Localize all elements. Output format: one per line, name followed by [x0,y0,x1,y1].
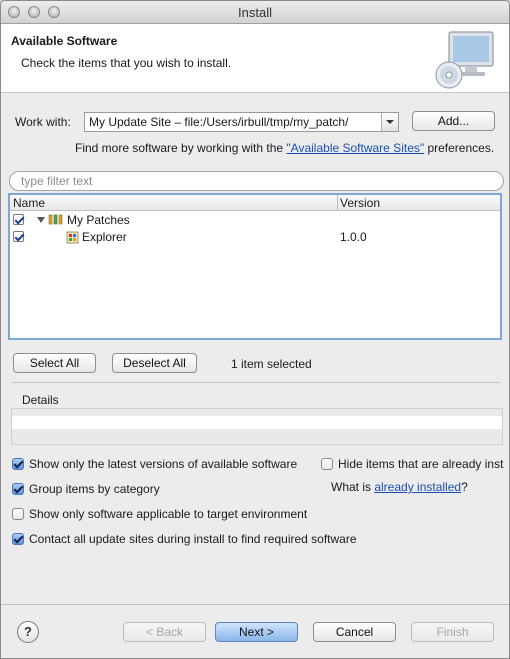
row-checkbox[interactable] [13,231,24,242]
what-is-suffix: ? [461,480,468,494]
target-env-checkbox[interactable] [12,508,24,520]
tree-row[interactable]: Explorer 1.0.0 [10,229,500,245]
expand-triangle-icon[interactable] [36,215,46,225]
dialog-banner: Available Software Check the items that … [1,24,509,93]
work-with-label: Work with: [15,115,71,129]
already-installed-link[interactable]: already installed [374,480,461,494]
group-by-category-label: Group items by category [29,482,160,496]
contact-sites-label: Contact all update sites during install … [29,532,357,546]
software-tree[interactable]: Name Version My Patches Explorer 1.0.0 [8,193,502,340]
latest-versions-option[interactable]: Show only the latest versions of availab… [12,457,312,471]
row-name: My Patches [67,213,130,227]
window-title: Install [238,5,272,20]
what-is-prefix: What is [331,480,375,494]
feature-icon [66,231,79,244]
cancel-button[interactable]: Cancel [313,622,396,642]
finish-button[interactable]: Finish [411,622,494,642]
contact-sites-option[interactable]: Contact all update sites during install … [12,532,392,546]
details-label: Details [22,393,59,407]
latest-versions-checkbox[interactable] [12,458,24,470]
details-text [12,416,502,429]
title-bar: Install [1,1,509,24]
combo-dropdown-arrow[interactable] [381,113,398,131]
chevron-down-icon [386,120,394,124]
select-all-button[interactable]: Select All [13,353,96,373]
group-by-category-option[interactable]: Group items by category [12,482,212,496]
next-button[interactable]: Next > [215,622,298,642]
target-env-option[interactable]: Show only software applicable to target … [12,507,332,521]
what-is-installed-text: What is already installed? [331,480,468,494]
banner-title: Available Software [11,34,118,48]
footer-divider [1,604,509,605]
hide-installed-label: Hide items that are already inst [338,457,504,471]
help-button[interactable]: ? [17,621,39,643]
tree-row[interactable]: My Patches [10,212,500,228]
category-icon [48,214,63,225]
filter-placeholder: type filter text [21,174,93,188]
contact-sites-checkbox[interactable] [12,533,24,545]
row-version: 1.0.0 [340,230,367,244]
hide-installed-checkbox[interactable] [321,458,333,470]
back-button[interactable]: < Back [123,622,206,642]
work-with-combo[interactable]: My Update Site – file:/Users/irbull/tmp/… [84,112,399,132]
find-more-prefix: Find more software by working with the [75,141,287,155]
column-name[interactable]: Name [13,196,45,210]
divider [11,382,501,383]
latest-versions-label: Show only the latest versions of availab… [29,457,298,471]
tree-header: Name Version [10,195,500,211]
target-env-label: Show only software applicable to target … [29,507,308,521]
install-dialog: Install Available Software Check the ite… [0,0,510,659]
details-area [11,408,503,445]
deselect-all-button[interactable]: Deselect All [112,353,197,373]
find-more-suffix: preferences. [424,141,495,155]
group-by-category-checkbox[interactable] [12,483,24,495]
available-sites-link[interactable]: "Available Software Sites" [286,141,424,155]
find-more-text: Find more software by working with the "… [75,141,494,155]
row-checkbox[interactable] [13,214,24,225]
hide-installed-option[interactable]: Hide items that are already inst [321,457,509,471]
add-site-button[interactable]: Add... [412,111,495,131]
column-version[interactable]: Version [340,196,380,210]
computer-cd-icon [435,31,494,89]
column-divider [337,195,338,210]
banner-subtitle: Check the items that you wish to install… [21,56,232,70]
filter-input[interactable]: type filter text [9,171,504,191]
selection-status: 1 item selected [231,357,312,371]
row-name: Explorer [82,230,127,244]
work-with-value: My Update Site – file:/Users/irbull/tmp/… [89,115,349,129]
